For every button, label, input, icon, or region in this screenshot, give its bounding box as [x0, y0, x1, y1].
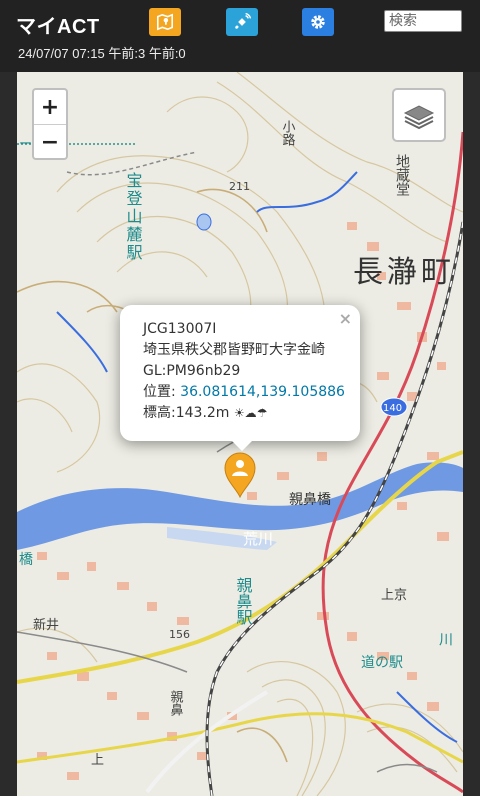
layers-button[interactable] [392, 88, 446, 142]
popup-address: 埼玉県秩父郡皆野町大字金崎 [143, 342, 325, 358]
app-title: マイACT [16, 16, 100, 38]
satellite-button[interactable] [226, 8, 258, 36]
popup-position: 位置: 36.081614,139.105886 [143, 382, 360, 403]
label-michinoeki: 道の駅 [361, 655, 403, 671]
settings-button[interactable] [302, 8, 334, 36]
label-station-hoto: 宝登山麓駅 [124, 172, 143, 262]
popup-elevation: 標高:143.2m [143, 405, 230, 421]
label-elevation-211: 211 [229, 180, 250, 193]
label-elevation-156: 156 [169, 628, 190, 641]
label-oyahana-bridge: 親鼻橋 [289, 491, 331, 508]
label-kamikyo: 上京 [381, 588, 407, 603]
location-popup: × JCG13007I 埼玉県秩父郡皆野町大字金崎 GL:PM96nb29 位置… [120, 305, 360, 451]
label-komichi: 小路 [280, 120, 296, 146]
popup-tip [230, 439, 254, 451]
map-icon [156, 13, 174, 31]
label-arakawa: 荒川 [243, 530, 273, 548]
label-nagatoro: 長瀞町 [353, 255, 455, 290]
popup-close-button[interactable]: × [339, 308, 352, 329]
popup-position-label: 位置: [143, 384, 181, 400]
zoom-out-button[interactable]: − [34, 125, 66, 159]
label-oyahana: 親鼻 [168, 690, 184, 717]
gear-icon [311, 15, 325, 29]
label-ue: 上 [91, 753, 104, 768]
popup-position-link[interactable]: 36.081614,139.105886 [180, 384, 345, 400]
zoom-in-button[interactable]: + [34, 90, 66, 125]
weather-icon[interactable]: ☀☁☂ [234, 406, 268, 420]
map-button[interactable] [149, 8, 181, 36]
location-pin-icon[interactable] [224, 452, 256, 498]
satellite-icon [235, 13, 251, 29]
label-route-140: 140 [383, 403, 402, 414]
popup-code: JCG13007I [143, 321, 217, 337]
label-kawa: 川 [437, 632, 453, 646]
layers-icon [403, 105, 435, 130]
map-view[interactable]: 宝登山麓駅 地蔵堂 長瀞町 小路 211 156 140 親鼻橋 荒川 親鼻駅 … [17, 72, 463, 796]
popup-elevation-row: 標高:143.2m ☀☁☂ [143, 403, 360, 424]
zoom-control: + − [32, 88, 68, 160]
label-chizo: 地蔵堂 [394, 154, 410, 196]
top-bar: マイACT 24/07/07 07:15 午前:3 午前:0 [0, 0, 480, 72]
label-oyahana-station: 親鼻駅 [234, 577, 253, 625]
search-input[interactable] [384, 10, 462, 32]
popup-grid: GL:PM96nb29 [143, 363, 241, 379]
label-shinden: 新井 [33, 617, 59, 633]
status-line: 24/07/07 07:15 午前:3 午前:0 [18, 46, 186, 61]
label-bashi: 橋 [19, 552, 33, 568]
